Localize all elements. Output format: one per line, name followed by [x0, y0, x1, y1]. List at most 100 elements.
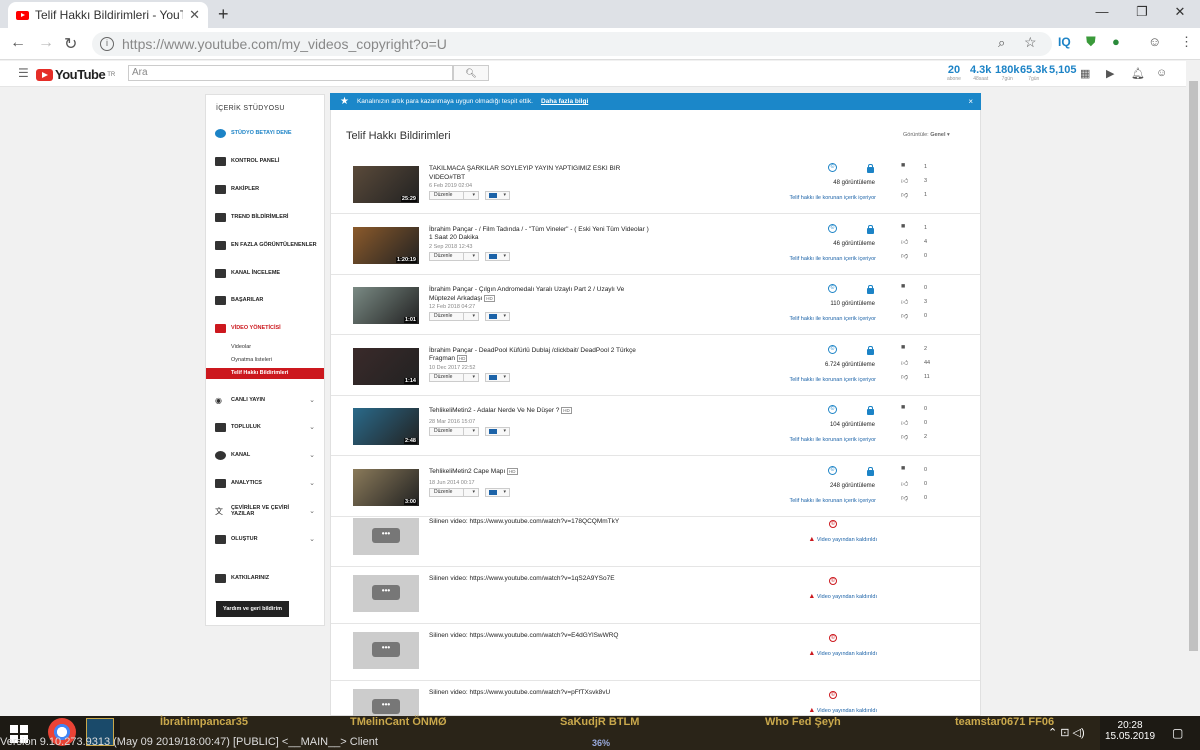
chevron-down-icon: ⌄	[309, 397, 315, 404]
system-tray-icons[interactable]: ⌃ ⊡ ◁)	[1048, 726, 1085, 739]
video-title[interactable]: İbrahim Pançar - Çılgın Andromedalı Yara…	[429, 286, 649, 303]
edit-dropdown[interactable]: Düzenle	[429, 251, 479, 261]
globe-extension-icon[interactable]: ●	[1112, 34, 1120, 49]
upload-video-icon[interactable]: ▶	[1106, 67, 1114, 80]
bar-chart-icon	[215, 478, 226, 488]
removed-notice[interactable]: ▲ Video yayından kaldırıldı	[771, 593, 877, 600]
video-thumbnail[interactable]: 1:01	[353, 287, 419, 324]
sidebar-item-trend-alerts[interactable]: TREND BİLDİRİMLERİ	[206, 207, 324, 227]
sidebar-item-studio-beta[interactable]: STÜDYO BETAYI DENE	[206, 123, 324, 143]
sidebar-sub-videos[interactable]: Videolar	[206, 342, 324, 353]
notifications-icon[interactable]: ▢	[1172, 726, 1183, 740]
browser-tab[interactable]: Telif Hakkı Bildirimleri - YouTube ✕	[8, 2, 208, 28]
video-title[interactable]: İbrahim Pançar - / Film Tadında / - "Tüm…	[429, 226, 649, 243]
copyright-claim-link[interactable]: Telif hakkı ile korunan içerik içeriyor	[731, 437, 876, 443]
copyright-claim-link[interactable]: Telif hakkı ile korunan içerik içeriyor	[731, 256, 876, 262]
new-tab-icon[interactable]: +	[218, 4, 229, 25]
share-dropdown[interactable]	[485, 251, 510, 261]
forward-icon[interactable]: →	[38, 34, 54, 52]
hamburger-menu-icon[interactable]: ☰	[18, 66, 29, 80]
share-dropdown[interactable]	[485, 312, 510, 321]
edit-dropdown[interactable]: Düzenle	[429, 312, 479, 321]
removed-notice[interactable]: ▲ Video yayından kaldırıldı	[771, 536, 877, 543]
share-dropdown[interactable]	[485, 487, 510, 497]
search-button[interactable]: 🔍︎	[453, 65, 489, 81]
video-thumbnail[interactable]: 1:20:19	[353, 226, 419, 264]
share-dropdown[interactable]	[485, 427, 510, 436]
youtube-logo[interactable]: YouTube TR	[36, 67, 115, 82]
sidebar-item-analytics[interactable]: ANALYTICS ⌄	[206, 473, 324, 493]
sidebar-item-live[interactable]: ◉ CANLI YAYIN ⌄	[206, 390, 324, 410]
copyright-claim-link[interactable]: Telif hakkı ile korunan içerik içeriyor	[731, 377, 876, 383]
video-thumbnail[interactable]: 2:48	[353, 408, 419, 445]
share-dropdown[interactable]	[485, 191, 510, 200]
banner-link[interactable]: Daha fazla bilgi	[541, 98, 588, 105]
video-row: 25:29 TAKILMACA ŞARKILAR SOYLEYIP YAYIN Y…	[331, 157, 980, 214]
shield-extension-icon[interactable]: ⛊	[1086, 34, 1096, 50]
removed-notice[interactable]: ▲ Video yayından kaldırıldı	[771, 707, 877, 714]
video-row: 2:48 TehlikeliMetin2 - Adalar Nerde Ve Ne…	[331, 399, 980, 456]
close-tab-icon[interactable]: ✕	[189, 7, 200, 23]
comment-icon: ■	[901, 222, 906, 230]
view-count: 46 görüntüleme	[833, 240, 875, 247]
edit-dropdown[interactable]: Düzenle	[429, 427, 479, 436]
sidebar-item-video-manager[interactable]: VİDEO YÖNETİCİSİ	[206, 318, 324, 338]
video-title[interactable]: TehlikeliMetin2 - Adalar Nerde Ve Ne Düş…	[429, 407, 649, 416]
copyright-claim-link[interactable]: Telif hakkı ile korunan içerik içeriyor	[731, 316, 876, 322]
sidebar-item-channel-audit[interactable]: KANAL İNCELEME	[206, 263, 324, 283]
copyright-claim-link[interactable]: Telif hakkı ile korunan içerik içeriyor	[731, 498, 876, 504]
edit-dropdown[interactable]: Düzenle	[429, 191, 479, 200]
back-icon[interactable]: ←	[10, 34, 26, 52]
video-thumbnail[interactable]: 1:14	[353, 347, 419, 385]
browser-menu-icon[interactable]: ⋮	[1180, 34, 1193, 50]
sidebar-item-achievements[interactable]: BAŞARILAR	[206, 290, 324, 310]
address-bar[interactable]: i https://www.youtube.com/my_videos_copy…	[92, 32, 1052, 56]
edit-dropdown[interactable]: Düzenle	[429, 372, 479, 382]
analytics-icon[interactable]: ▦	[1080, 67, 1090, 80]
copyright-claim-link[interactable]: Telif hakkı ile korunan içerik içeriyor	[731, 195, 876, 201]
video-title[interactable]: TAKILMACA ŞARKILAR SOYLEYIP YAYIN YAPTIG…	[429, 165, 649, 182]
page-scrollbar[interactable]	[1186, 61, 1200, 716]
chevron-down-icon: ⌄	[309, 480, 315, 487]
help-feedback-button[interactable]: Yardım ve geri bildirim	[216, 601, 289, 617]
window-close-icon[interactable]: ✕	[1160, 4, 1200, 20]
video-thumbnail[interactable]: 3:00	[353, 468, 419, 506]
sidebar-item-competitors[interactable]: RAKİPLER	[206, 179, 324, 199]
video-thumbnail[interactable]: 25:29	[353, 166, 419, 203]
minimize-icon[interactable]: —	[1082, 4, 1122, 19]
sidebar-item-dashboard[interactable]: KONTROL PANELİ	[206, 151, 324, 171]
sidebar-item-create[interactable]: OLUŞTUR ⌄	[206, 529, 324, 549]
banner-close-icon[interactable]: ×	[968, 97, 973, 106]
site-info-icon[interactable]: i	[100, 37, 114, 51]
bookmark-star-icon[interactable]: ☆	[1024, 34, 1037, 51]
zoom-search-icon[interactable]: ⌕	[998, 35, 1005, 51]
sidebar-item-contributions[interactable]: KATKILARINIZ	[206, 568, 324, 588]
edit-dropdown[interactable]: Düzenle	[429, 487, 479, 497]
page-title: Telif Hakkı Bildirimleri	[346, 130, 451, 142]
account-avatar[interactable]: ☺	[1156, 67, 1167, 79]
view-count: 248 görüntüleme	[829, 482, 875, 489]
sidebar-item-most-viewed[interactable]: EN FAZLA GÖRÜNTÜLENENLER	[206, 235, 324, 255]
removed-notice[interactable]: ▲ Video yayından kaldırıldı	[771, 650, 877, 657]
person-icon	[215, 450, 226, 460]
video-title[interactable]: İbrahim Pançar - DeadPool Küfürlü Dublaj…	[429, 347, 649, 364]
share-dropdown[interactable]	[485, 372, 510, 382]
iq-extension-icon[interactable]: IQ	[1058, 35, 1071, 49]
sidebar-item-community[interactable]: TOPLULUK ⌄	[206, 417, 324, 437]
sidebar-sub-copyright-notices[interactable]: Telif Hakkı Bildirimleri	[206, 368, 324, 379]
sidebar-item-channel[interactable]: KANAL ⌄	[206, 445, 324, 465]
sidebar-sub-playlists[interactable]: Oynatma listeleri	[206, 355, 324, 366]
notifications-bell-icon[interactable]: 🔔︎	[1131, 67, 1145, 80]
loading-progress: 36%	[592, 738, 611, 748]
video-title[interactable]: TehlikeliMetin2 Cape Mapı HD	[429, 467, 649, 477]
restore-icon[interactable]: ❐	[1122, 4, 1162, 20]
reload-icon[interactable]: ↻	[64, 34, 77, 54]
search-input[interactable]: Ara	[128, 65, 453, 81]
sidebar-item-translations[interactable]: 文 ÇEVİRİLER VE ÇEVİRİ YAZILAR ⌄	[206, 501, 324, 521]
comment-count: 0	[924, 406, 928, 412]
view-selector[interactable]: Görüntüle: Genel ▾	[903, 132, 950, 138]
chevron-down-icon: ⌄	[309, 536, 315, 543]
profile-avatar[interactable]: ☺	[1148, 34, 1161, 49]
scrollbar-thumb[interactable]	[1189, 81, 1198, 651]
system-clock: 20:28 15.05.2019	[1105, 720, 1156, 742]
